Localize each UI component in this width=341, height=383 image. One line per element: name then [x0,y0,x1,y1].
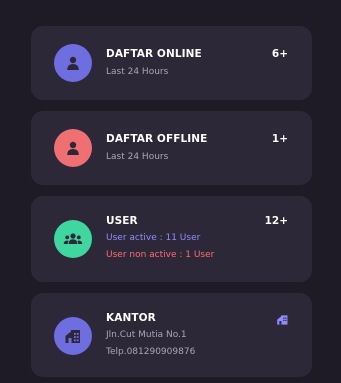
card-subtitle: Last 24 Hours [106,67,169,77]
offline-avatar [54,129,92,167]
user-icon [65,140,81,156]
user-avatar [54,220,92,258]
kantor-phone: Telp.081290909876 [106,347,196,357]
kantor-address: Jln.Cut Mutia No.1 [106,330,187,340]
user-nonactive-text: User non active : 1 User [106,250,215,260]
card-title: DAFTAR OFFLINE [106,133,208,145]
top-edge [0,0,341,14]
card-title: DAFTAR ONLINE [106,48,202,60]
kantor-avatar [54,317,92,355]
card-kantor[interactable]: KANTOR Jln.Cut Mutia No.1 Telp.081290909… [31,293,312,377]
card-count: 1+ [271,133,288,145]
card-subtitle: Last 24 Hours [106,152,169,162]
card-user[interactable]: USER User active : 11 User User non acti… [31,196,312,282]
user-active-text: User active : 11 User [106,233,201,243]
card-count: 6+ [271,48,288,60]
card-count: 12+ [264,215,288,227]
users-group-icon [63,231,83,247]
card-daftar-offline[interactable]: DAFTAR OFFLINE Last 24 Hours 1+ [31,111,312,185]
building-icon [64,327,82,345]
card-title: KANTOR [106,312,156,324]
building-icon [276,311,289,330]
online-avatar [54,44,92,82]
user-icon [65,55,81,71]
card-daftar-online[interactable]: DAFTAR ONLINE Last 24 Hours 6+ [31,26,312,100]
card-title: USER [106,215,138,227]
